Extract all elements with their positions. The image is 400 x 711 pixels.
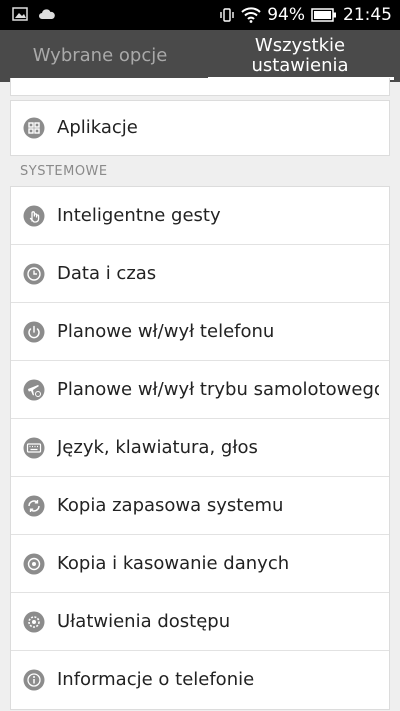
cloud-icon: [38, 8, 56, 20]
settings-item-label: Inteligentne gesty: [57, 205, 221, 226]
settings-item-label: Planowe wł/wył telefonu: [57, 321, 275, 342]
backup-icon: [23, 495, 45, 517]
airplane-icon: [23, 379, 45, 401]
system-card: Inteligentne gesty Data i czas Planowe w…: [10, 186, 390, 710]
settings-item-system-backup[interactable]: Kopia zapasowa systemu: [11, 477, 389, 535]
settings-item-smart-gestures[interactable]: Inteligentne gesty: [11, 187, 389, 245]
settings-item-label: Kopia i kasowanie danych: [57, 553, 290, 574]
tab-bar: Wybrane opcje Wszystkie ustawienia: [0, 30, 400, 82]
settings-item-label: Język, klawiatura, głos: [57, 437, 258, 458]
status-bar: 94% 21:45: [0, 0, 400, 30]
settings-item-apps[interactable]: Aplikacje: [11, 101, 389, 155]
accessibility-icon: [23, 611, 45, 633]
settings-item-scheduled-power[interactable]: Planowe wł/wył telefonu: [11, 303, 389, 361]
vibrate-icon: [219, 7, 235, 23]
info-icon: [23, 669, 45, 691]
settings-item-scheduled-airplane[interactable]: Planowe wł/wył trybu samolotowego: [11, 361, 389, 419]
clock-icon: [23, 263, 45, 285]
settings-item-label: Data i czas: [57, 263, 157, 284]
settings-item-label: Informacje o telefonie: [57, 669, 255, 690]
previous-card-edge: [10, 78, 390, 96]
tab-all-settings[interactable]: Wszystkie ustawienia: [200, 30, 400, 82]
apps-icon: [23, 117, 45, 139]
reset-icon: [23, 553, 45, 575]
keyboard-icon: [23, 437, 45, 459]
settings-item-date-time[interactable]: Data i czas: [11, 245, 389, 303]
gesture-icon: [23, 205, 45, 227]
apps-card: Aplikacje: [10, 100, 390, 156]
tab-label: Wybrane opcje: [32, 45, 168, 66]
settings-item-about-phone[interactable]: Informacje o telefonie: [11, 651, 389, 709]
power-icon: [23, 321, 45, 343]
clock-time: 21:45: [343, 5, 392, 25]
image-icon: [12, 7, 28, 21]
section-header-system: SYSTEMOWE: [20, 164, 108, 179]
tab-label: Wszystkie ustawienia: [251, 35, 349, 76]
settings-item-accessibility[interactable]: Ułatwienia dostępu: [11, 593, 389, 651]
tab-selected-options[interactable]: Wybrane opcje: [0, 30, 200, 82]
settings-item-label: Aplikacje: [57, 117, 138, 138]
battery-percent: 94%: [267, 5, 305, 25]
settings-item-backup-reset[interactable]: Kopia i kasowanie danych: [11, 535, 389, 593]
settings-item-label: Ułatwienia dostępu: [57, 611, 231, 632]
battery-icon: [311, 8, 337, 22]
settings-item-language-keyboard[interactable]: Język, klawiatura, głos: [11, 419, 389, 477]
wifi-icon: [241, 7, 261, 23]
settings-item-label: Kopia zapasowa systemu: [57, 495, 284, 516]
settings-item-label: Planowe wł/wył trybu samolotowego: [57, 379, 379, 400]
